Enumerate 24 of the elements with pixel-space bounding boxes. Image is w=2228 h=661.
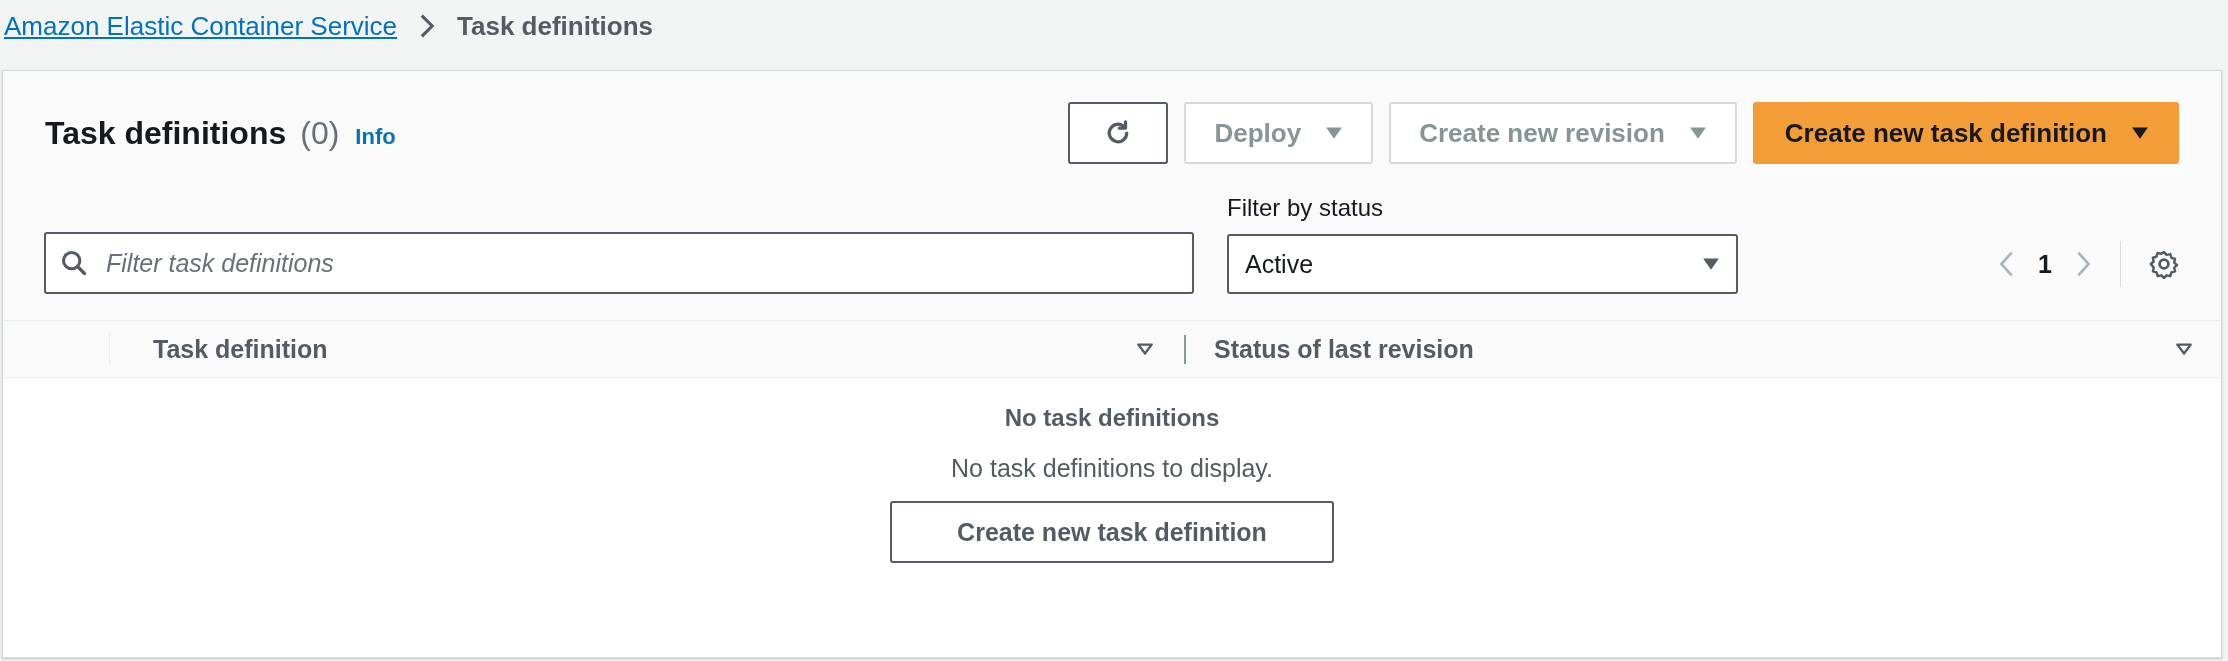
item-count: (0): [300, 114, 340, 152]
column-header[interactable]: Task definition: [153, 334, 328, 364]
filter-label: Filter by status: [1227, 194, 1385, 222]
breadcrumb-link[interactable]: Amazon Elastic Container Service: [4, 10, 398, 42]
search-field[interactable]: Filter task definitions: [44, 232, 1194, 294]
chevron-icon: [419, 13, 436, 39]
caret-icon: [1688, 126, 1707, 140]
empty-message: No task definitions to display.: [951, 454, 1273, 483]
page-title: Task definitions: [45, 114, 287, 152]
caret-icon: [1325, 126, 1344, 140]
breadcrumb-current: Task definitions: [457, 10, 654, 42]
refresh-button[interactable]: [1068, 102, 1169, 164]
page-number[interactable]: 1: [2038, 249, 2052, 279]
info-link[interactable]: Info: [355, 123, 396, 150]
settings-icon[interactable]: [2149, 249, 2179, 279]
create-button[interactable]: Create new task definition: [1752, 102, 2179, 164]
caret-icon: [1702, 257, 1720, 271]
column-header[interactable]: Status of last revision: [1214, 334, 1474, 364]
sort-icon[interactable]: [2175, 342, 2193, 356]
sort-icon[interactable]: [1136, 342, 1154, 356]
status-select[interactable]: Active: [1227, 234, 1738, 294]
create-button[interactable]: Create new task definition: [890, 501, 1334, 563]
empty-title: No task definitions: [1004, 404, 1220, 432]
caret-icon: [2131, 126, 2149, 140]
